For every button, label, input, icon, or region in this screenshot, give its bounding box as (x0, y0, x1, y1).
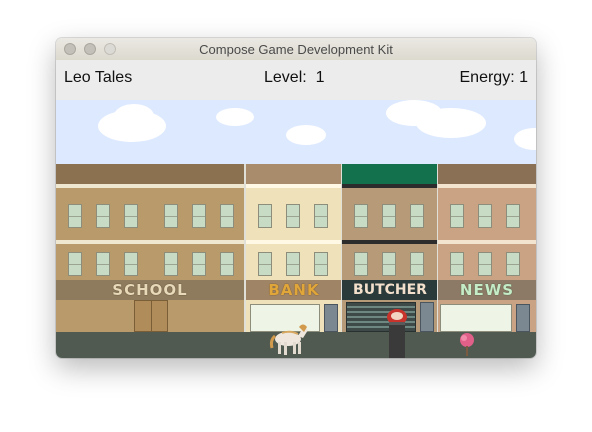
minimize-window-button[interactable] (84, 43, 96, 55)
news-door (516, 304, 530, 332)
flower-icon[interactable] (456, 332, 478, 356)
news-window (440, 304, 512, 332)
close-window-button[interactable] (64, 43, 76, 55)
cloud (216, 108, 254, 126)
energy-value: 1 (519, 69, 528, 86)
cloud (286, 125, 326, 145)
game-scene[interactable]: SCHOOL BANK BUTCHER NEWS (56, 100, 536, 358)
trash-bin-icon[interactable] (386, 308, 408, 358)
bank-door (324, 304, 338, 332)
cloud (114, 104, 154, 128)
school-building: SCHOOL (56, 164, 244, 332)
news-sign: NEWS (438, 280, 536, 300)
hud-bar: Leo Tales Level: 1 Energy: 1 (56, 60, 536, 100)
title-bar[interactable]: Compose Game Development Kit (56, 38, 536, 61)
level-value: 1 (315, 69, 325, 86)
bank-building: BANK (246, 164, 342, 332)
school-door (134, 300, 168, 332)
news-building: NEWS (438, 164, 536, 332)
bank-sign: BANK (246, 280, 342, 300)
butcher-door (420, 302, 434, 332)
pony-sprite[interactable] (268, 322, 310, 358)
energy-display: Energy: 1 (460, 69, 529, 87)
energy-label: Energy: (459, 69, 515, 86)
level-label: Level: (264, 69, 307, 86)
level-display: Level: 1 (264, 69, 325, 87)
school-sign: SCHOOL (56, 280, 244, 300)
player-name: Leo Tales (64, 69, 133, 86)
cloud (416, 108, 486, 138)
butcher-sign: BUTCHER (342, 280, 438, 300)
butcher-building: BUTCHER (342, 164, 438, 332)
cloud (514, 128, 536, 150)
maximize-window-button[interactable] (104, 43, 116, 55)
game-window: Compose Game Development Kit Leo Tales L… (56, 38, 536, 358)
window-title: Compose Game Development Kit (199, 41, 393, 57)
